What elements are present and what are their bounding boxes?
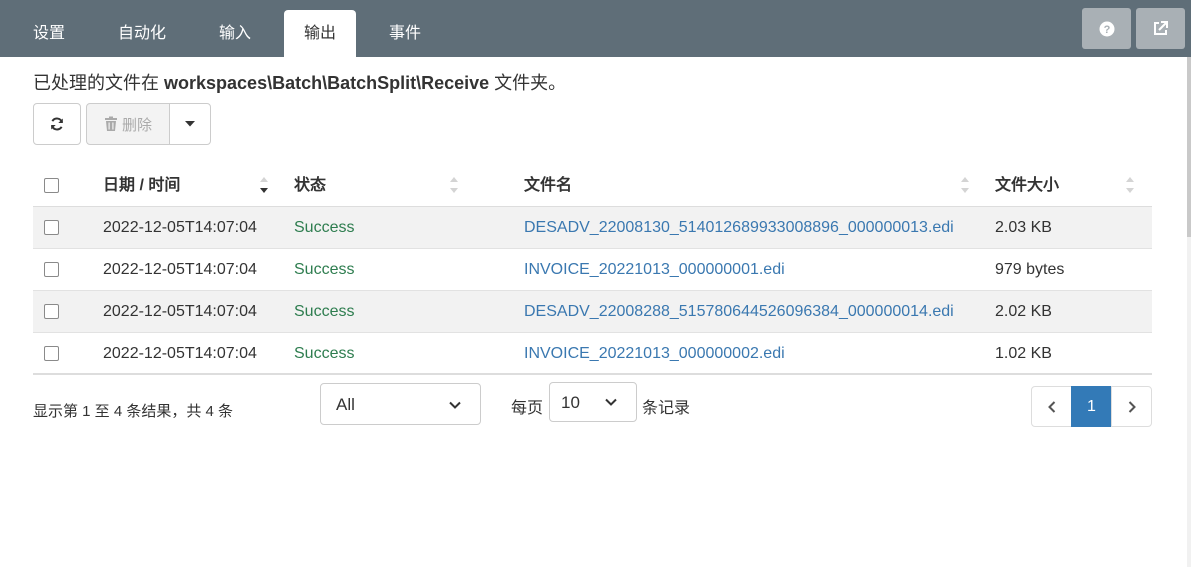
info-suffix: 文件夹。: [489, 73, 567, 93]
more-actions-dropdown[interactable]: [169, 103, 211, 145]
tab-events[interactable]: 事件: [376, 10, 434, 57]
processed-folder-info: 已处理的文件在 workspaces\Batch\BatchSplit\Rece…: [33, 69, 566, 95]
delete-label: 删除: [121, 116, 152, 134]
row-datetime: 2022-12-05T14:07:04: [103, 345, 257, 362]
svg-text:?: ?: [1103, 24, 1110, 36]
table-row: 2022-12-05T14:07:04 Success DESADV_22008…: [33, 291, 1152, 333]
info-prefix: 已处理的文件在: [33, 73, 165, 93]
question-circle-icon: ?: [1099, 21, 1114, 36]
chevron-down-icon: [449, 401, 461, 409]
refresh-button[interactable]: [33, 103, 81, 145]
row-filename-link[interactable]: INVOICE_20221013_000000002.edi: [524, 333, 785, 374]
row-checkbox[interactable]: [44, 262, 59, 277]
table-bottom-border: [33, 373, 1152, 375]
per-page-label: 每页: [511, 400, 544, 417]
records-label: 条记录: [642, 400, 691, 417]
row-status: Success: [294, 219, 355, 236]
column-header-status[interactable]: 状态: [294, 166, 326, 206]
table-row: 2022-12-05T14:07:04 Success INVOICE_2022…: [33, 249, 1152, 291]
column-header-datetime[interactable]: 日期 / 时间: [103, 166, 180, 206]
row-filename-link[interactable]: DESADV_22008130_514012689933008896_00000…: [524, 207, 954, 248]
refresh-icon: [51, 117, 63, 131]
tab-output[interactable]: 输出: [284, 10, 356, 57]
row-status: Success: [294, 261, 355, 278]
row-filesize: 1.02 KB: [995, 345, 1052, 362]
chevron-left-icon: [1047, 400, 1055, 413]
page-1-button[interactable]: 1: [1071, 386, 1112, 427]
row-datetime: 2022-12-05T14:07:04: [103, 303, 257, 320]
row-filename-link[interactable]: DESADV_22008288_515780644526096384_00000…: [524, 291, 954, 332]
row-checkbox[interactable]: [44, 220, 59, 235]
row-datetime: 2022-12-05T14:07:04: [103, 219, 257, 236]
vertical-scrollbar[interactable]: [1187, 57, 1191, 567]
next-page-button[interactable]: [1111, 386, 1152, 427]
delete-button[interactable]: 删除: [86, 103, 170, 145]
filter-select-value: All: [336, 395, 355, 414]
caret-down-icon: [185, 121, 195, 127]
tab-automation[interactable]: 自动化: [104, 10, 180, 57]
scrollbar-thumb[interactable]: [1187, 57, 1191, 237]
open-external-button[interactable]: [1136, 8, 1185, 49]
chevron-right-icon: [1128, 400, 1136, 413]
page-size-select[interactable]: 10: [549, 382, 637, 422]
page-size-value: 10: [561, 393, 580, 412]
row-filesize: 2.02 KB: [995, 303, 1052, 320]
tab-input[interactable]: 输入: [206, 10, 264, 57]
filter-select[interactable]: All: [320, 383, 481, 425]
row-filename-link[interactable]: INVOICE_20221013_000000001.edi: [524, 249, 785, 290]
sort-icon[interactable]: [960, 175, 970, 195]
table-row: 2022-12-05T14:07:04 Success DESADV_22008…: [33, 207, 1152, 249]
help-button[interactable]: ?: [1082, 8, 1131, 49]
external-link-icon: [1154, 21, 1168, 35]
folder-path: workspaces\Batch\BatchSplit\Receive: [164, 73, 490, 93]
results-summary: 显示第 1 至 4 条结果，共 4 条: [33, 403, 234, 420]
row-status: Success: [294, 303, 355, 320]
trash-icon: [104, 116, 117, 131]
column-header-filesize[interactable]: 文件大小: [995, 166, 1059, 206]
table-row: 2022-12-05T14:07:04 Success INVOICE_2022…: [33, 333, 1152, 375]
previous-page-button[interactable]: [1031, 386, 1072, 427]
row-filesize: 2.03 KB: [995, 219, 1052, 236]
row-checkbox[interactable]: [44, 304, 59, 319]
column-header-filename[interactable]: 文件名: [524, 166, 572, 206]
row-filesize: 979 bytes: [995, 261, 1065, 278]
sort-icon[interactable]: [1125, 175, 1135, 195]
row-datetime: 2022-12-05T14:07:04: [103, 261, 257, 278]
chevron-down-icon: [605, 398, 617, 406]
row-checkbox[interactable]: [44, 346, 59, 361]
sort-icon[interactable]: [449, 175, 459, 195]
tab-settings[interactable]: 设置: [20, 10, 78, 57]
select-all-checkbox[interactable]: [44, 178, 59, 193]
sort-desc-icon[interactable]: [259, 175, 269, 195]
top-nav-bar: 设置 自动化 输入 输出 事件 ?: [0, 0, 1191, 57]
row-status: Success: [294, 345, 355, 362]
